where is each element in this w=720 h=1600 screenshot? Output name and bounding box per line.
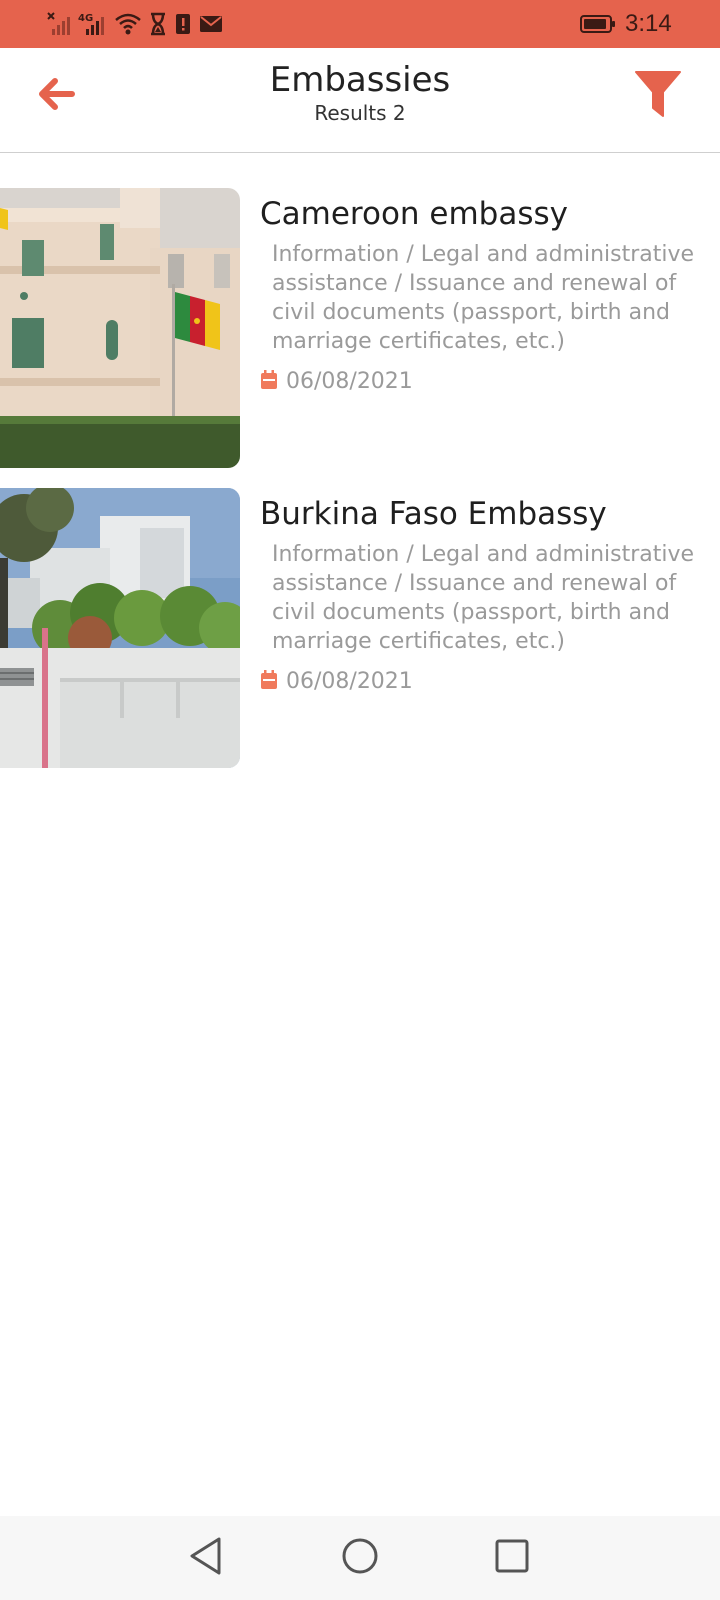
hourglass-icon	[148, 11, 168, 37]
status-icons: 4G	[46, 10, 224, 38]
arrow-left-icon	[36, 77, 76, 115]
wifi-icon	[114, 11, 142, 37]
battery-icon	[580, 15, 616, 33]
card-description: Information / Legal and administrative a…	[272, 542, 695, 654]
nav-back-icon	[188, 1536, 224, 1580]
calendar-icon	[260, 670, 278, 694]
list-item[interactable]: Burkina Faso Embassy Information / Legal…	[0, 488, 720, 768]
signal-4g-icon: 4G	[78, 11, 108, 37]
mail-icon	[198, 11, 224, 37]
alert-icon	[174, 11, 192, 37]
card-title: Cameroon embassy	[260, 196, 569, 232]
nav-home-icon	[340, 1536, 380, 1580]
signal-x-icon	[46, 11, 72, 37]
app-header: Embassies Results 2	[0, 48, 720, 153]
calendar-icon	[260, 370, 278, 394]
filter-button[interactable]	[630, 68, 686, 124]
filter-icon	[635, 70, 681, 122]
embassy-photo	[0, 488, 240, 768]
nav-recents-button[interactable]	[488, 1534, 536, 1582]
nav-home-button[interactable]	[336, 1534, 384, 1582]
results-count: Results 2	[314, 101, 406, 125]
card-title: Burkina Faso Embassy	[260, 496, 607, 532]
card-description: Information / Legal and administrative a…	[272, 242, 695, 354]
network-label: 4G	[78, 13, 93, 24]
card-date-text: 06/08/2021	[286, 369, 413, 394]
embassy-photo	[0, 188, 240, 468]
card-date: 06/08/2021	[260, 668, 413, 696]
system-nav-bar	[0, 1516, 720, 1600]
back-button[interactable]	[30, 74, 82, 118]
nav-recents-icon	[494, 1538, 530, 1578]
page-title: Embassies	[269, 60, 451, 100]
status-bar: 4G 3:14	[0, 0, 720, 48]
nav-back-button[interactable]	[182, 1534, 230, 1582]
card-date-text: 06/08/2021	[286, 669, 413, 694]
card-date: 06/08/2021	[260, 368, 413, 396]
list-item[interactable]: Cameroon embassy Information / Legal and…	[0, 188, 720, 468]
status-time: 3:14	[625, 10, 672, 37]
